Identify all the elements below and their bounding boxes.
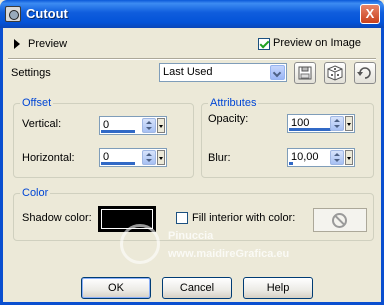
blur-slider-bar[interactable] (289, 162, 293, 165)
watermark: Pinuccia www.maidireGrafica.eu (120, 222, 340, 272)
dropdown-arrow-icon[interactable] (345, 116, 353, 131)
spin-updown-icon[interactable] (330, 116, 344, 131)
settings-selected-value: Last Used (163, 66, 213, 78)
preview-toggle[interactable]: Preview (14, 38, 67, 50)
close-button[interactable]: X (360, 4, 380, 24)
blur-stepper[interactable]: 10,00 (287, 148, 355, 167)
opacity-stepper[interactable]: 100 (287, 114, 355, 133)
reset-button[interactable] (354, 62, 376, 84)
settings-dropdown[interactable]: Last Used (159, 63, 287, 82)
vertical-stepper[interactable]: 0 (99, 116, 167, 135)
horizontal-stepper[interactable]: 0 (99, 148, 167, 167)
offset-group-title: Offset (20, 97, 54, 109)
save-preset-button[interactable] (294, 62, 316, 84)
spin-updown-icon[interactable] (330, 150, 344, 165)
reset-icon (357, 67, 371, 79)
spin-updown-icon[interactable] (142, 150, 156, 165)
randomize-icon (327, 65, 343, 81)
opacity-slider-bar[interactable] (289, 128, 331, 131)
settings-label: Settings (11, 67, 51, 79)
attributes-group-title: Attributes (208, 97, 259, 109)
color-group-title: Color (20, 187, 51, 199)
watermark-name: Pinuccia (168, 230, 214, 242)
window-title: Cutout (26, 6, 68, 21)
dropdown-arrow-icon[interactable] (157, 118, 165, 133)
randomize-button[interactable] (324, 62, 346, 84)
spin-updown-icon[interactable] (142, 118, 156, 133)
dropdown-arrow-icon[interactable] (157, 150, 165, 165)
chevron-down-icon[interactable] (270, 65, 285, 80)
expand-triangle-icon (14, 39, 20, 50)
blur-label: Blur: (208, 152, 231, 164)
horizontal-slider-bar[interactable] (101, 162, 135, 165)
preview-on-image-label: Preview on Image (273, 37, 362, 49)
window-frame-left (0, 28, 3, 305)
watermark-logo-icon (120, 224, 160, 264)
separator (8, 58, 376, 60)
horizontal-label: Horizontal: (22, 152, 75, 164)
preview-label: Preview (28, 38, 68, 50)
save-preset-icon (298, 66, 312, 80)
ok-button[interactable]: OK (81, 277, 151, 299)
watermark-url: www.maidireGrafica.eu (168, 248, 290, 260)
preview-on-image-checkbox[interactable] (258, 38, 270, 50)
vertical-label: Vertical: (22, 118, 62, 130)
cancel-button[interactable]: Cancel (162, 277, 232, 299)
dropdown-arrow-icon[interactable] (345, 150, 353, 165)
app-icon (5, 6, 21, 22)
help-button[interactable]: Help (243, 277, 313, 299)
opacity-label: Opacity: (208, 113, 249, 125)
vertical-slider-bar[interactable] (101, 130, 135, 133)
title-bar: Cutout X (0, 0, 384, 28)
shadow-color-label: Shadow color: (22, 212, 92, 224)
blur-value: 10,00 (291, 151, 319, 163)
